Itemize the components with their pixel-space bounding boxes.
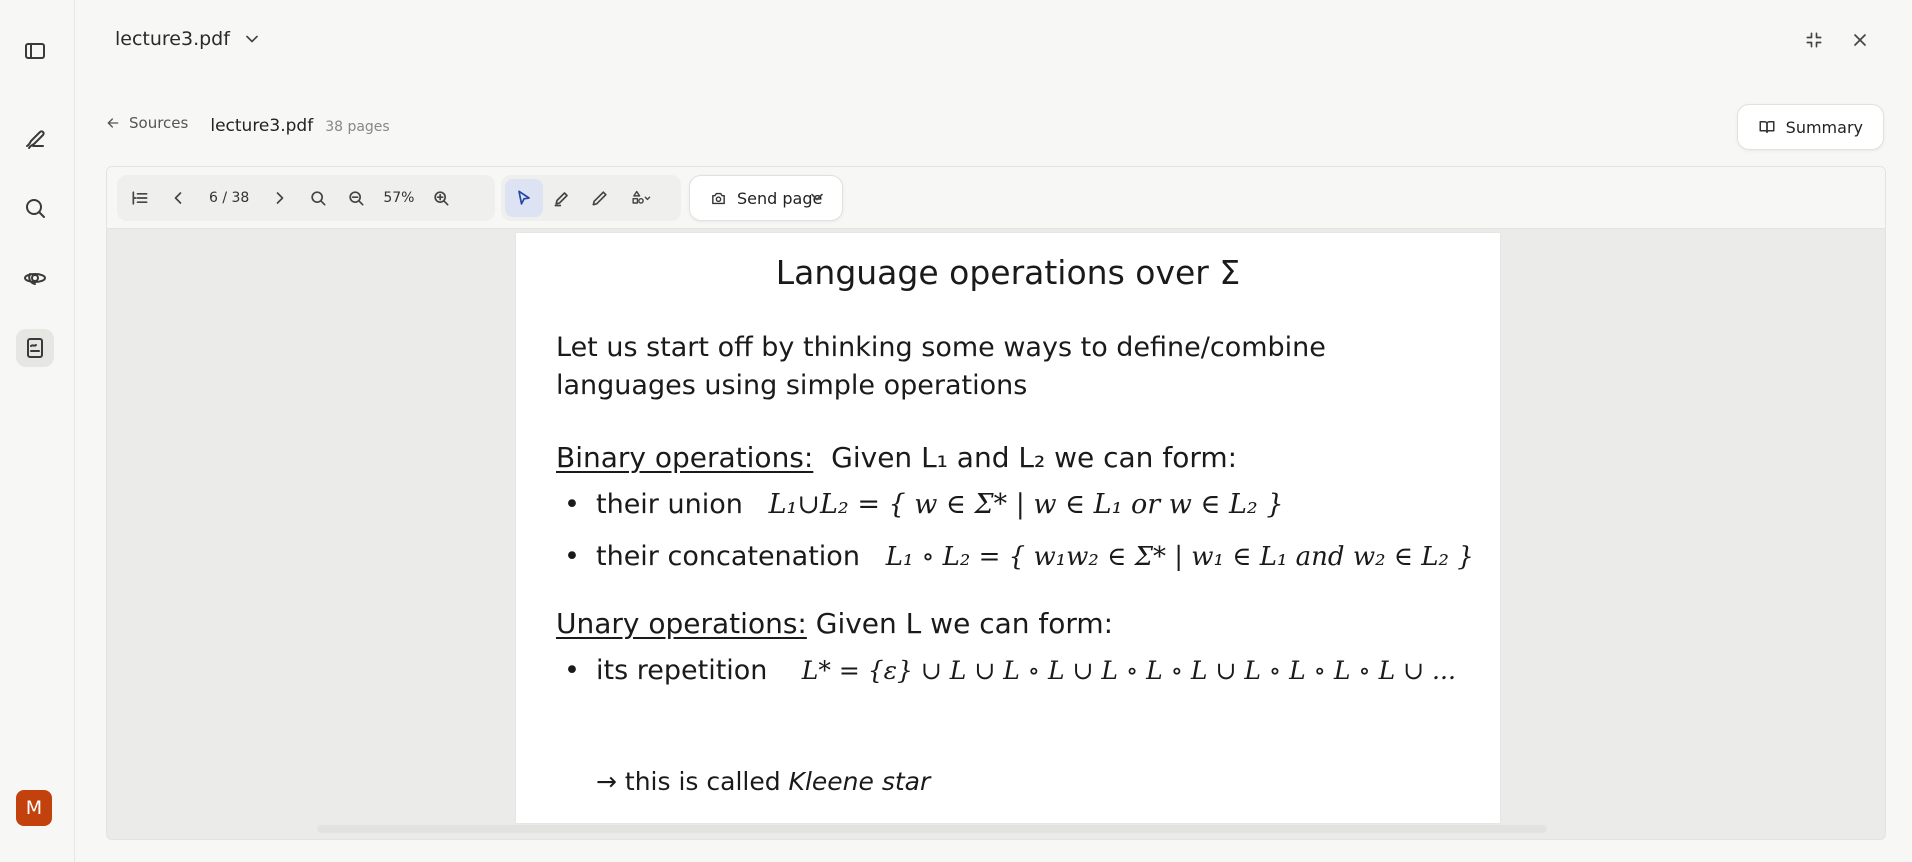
- shapes-dropdown-icon[interactable]: [619, 179, 663, 217]
- union-formula: L₁∪L₂ = { w ∈ Σ* | w ∈ L₁ or w ∈ L₂ }: [768, 489, 1284, 520]
- zoom-in-icon[interactable]: [422, 179, 460, 217]
- summary-button[interactable]: Summary: [1736, 104, 1884, 150]
- prev-page-icon[interactable]: [159, 179, 197, 217]
- bullet-repetition: • its repetition L* = {ε} ∪ L ∪ L ∘ L ∪ L…: [564, 655, 1456, 686]
- back-label: Sources: [129, 114, 189, 132]
- repetition-label: its repetition: [596, 655, 768, 686]
- breadcrumb-file-name: lecture3.pdf: [210, 116, 314, 136]
- sidebar-toggle-icon[interactable]: [16, 32, 54, 70]
- top-bar: lecture3.pdf: [75, 0, 1912, 80]
- zoom-level[interactable]: 57%: [375, 190, 422, 206]
- highlighter-icon[interactable]: [543, 179, 581, 217]
- pdf-viewer: 6 / 38 57% Send page Language operations…: [106, 166, 1886, 840]
- outline-icon[interactable]: [121, 179, 159, 217]
- find-icon[interactable]: [299, 179, 337, 217]
- document-title: lecture3.pdf: [115, 28, 230, 50]
- orbit-icon[interactable]: [16, 259, 54, 297]
- search-icon[interactable]: [16, 189, 54, 227]
- annotation-group: [501, 175, 681, 221]
- unary-heading: Unary operations: Given L we can form:: [556, 607, 1113, 640]
- close-icon[interactable]: [1848, 28, 1872, 52]
- bullet-union: • their union L₁∪L₂ = { w ∈ Σ* | w ∈ L₁ o…: [564, 489, 1284, 520]
- repetition-formula: L* = {ε} ∪ L ∪ L ∘ L ∪ L ∘ L ∘ L ∪ L ∘ L…: [801, 656, 1456, 685]
- intro-line-1: Let us start off by thinking some ways t…: [556, 332, 1326, 363]
- intro-line-2: languages using simple operations: [556, 370, 1028, 401]
- slide-title: Language operations over Σ: [775, 253, 1241, 292]
- concat-formula: L₁ ∘ L₂ = { w₁w₂ ∈ Σ* | w₁ ∈ L₁ and w₂ ∈…: [885, 542, 1474, 572]
- arrow-left-icon: [107, 118, 119, 128]
- slide-intro: Let us start off by thinking some ways t…: [556, 329, 1456, 405]
- concat-label: their concatenation: [596, 541, 860, 572]
- kleene-star-note: → this is called Kleene star: [596, 767, 930, 796]
- breadcrumb: Sources lecture3.pdf 38 pages: [105, 114, 390, 136]
- select-pointer-icon[interactable]: [505, 179, 543, 217]
- note-kleene-star: Kleene star: [788, 767, 931, 796]
- binary-heading: Binary operations: Given L₁ and L₂ we ca…: [556, 441, 1237, 474]
- union-label: their union: [596, 489, 743, 520]
- document-title-dropdown[interactable]: lecture3.pdf: [115, 28, 262, 50]
- horizontal-scrollbar[interactable]: [317, 825, 1547, 833]
- navigation-group: 6 / 38 57%: [117, 175, 495, 221]
- note-prefix: → this is called: [596, 767, 781, 796]
- pen-icon[interactable]: [16, 119, 54, 157]
- window-controls: [1802, 28, 1872, 52]
- pdf-toolbar: 6 / 38 57% Send page: [107, 167, 1885, 229]
- collapse-icon[interactable]: [1802, 28, 1826, 52]
- binary-heading-rest: Given L₁ and L₂ we can form:: [831, 441, 1238, 474]
- avatar[interactable]: M: [16, 790, 52, 826]
- left-rail: M: [0, 0, 75, 862]
- back-to-sources-link[interactable]: Sources: [105, 114, 188, 132]
- page-indicator[interactable]: 6 / 38: [197, 190, 261, 206]
- pencil-icon[interactable]: [581, 179, 619, 217]
- book-icon: [1759, 121, 1775, 133]
- document-icon[interactable]: [16, 329, 54, 367]
- chevron-down-icon: [246, 35, 258, 43]
- binary-heading-label: Binary operations:: [556, 441, 814, 474]
- unary-heading-label: Unary operations:: [556, 607, 807, 640]
- more-options-chevron-icon[interactable]: [807, 187, 827, 211]
- zoom-out-icon[interactable]: [337, 179, 375, 217]
- page-count: 38 pages: [325, 119, 390, 135]
- camera-icon: [712, 192, 725, 204]
- avatar-letter: M: [25, 797, 43, 819]
- unary-heading-rest: Given L we can form:: [815, 607, 1114, 640]
- pdf-page: Language operations over Σ Let us start …: [516, 233, 1500, 823]
- summary-label: Summary: [1785, 117, 1863, 137]
- bullet-concatenation: • their concatenation L₁ ∘ L₂ = { w₁w₂ ∈ …: [564, 541, 1474, 572]
- next-page-icon[interactable]: [261, 179, 299, 217]
